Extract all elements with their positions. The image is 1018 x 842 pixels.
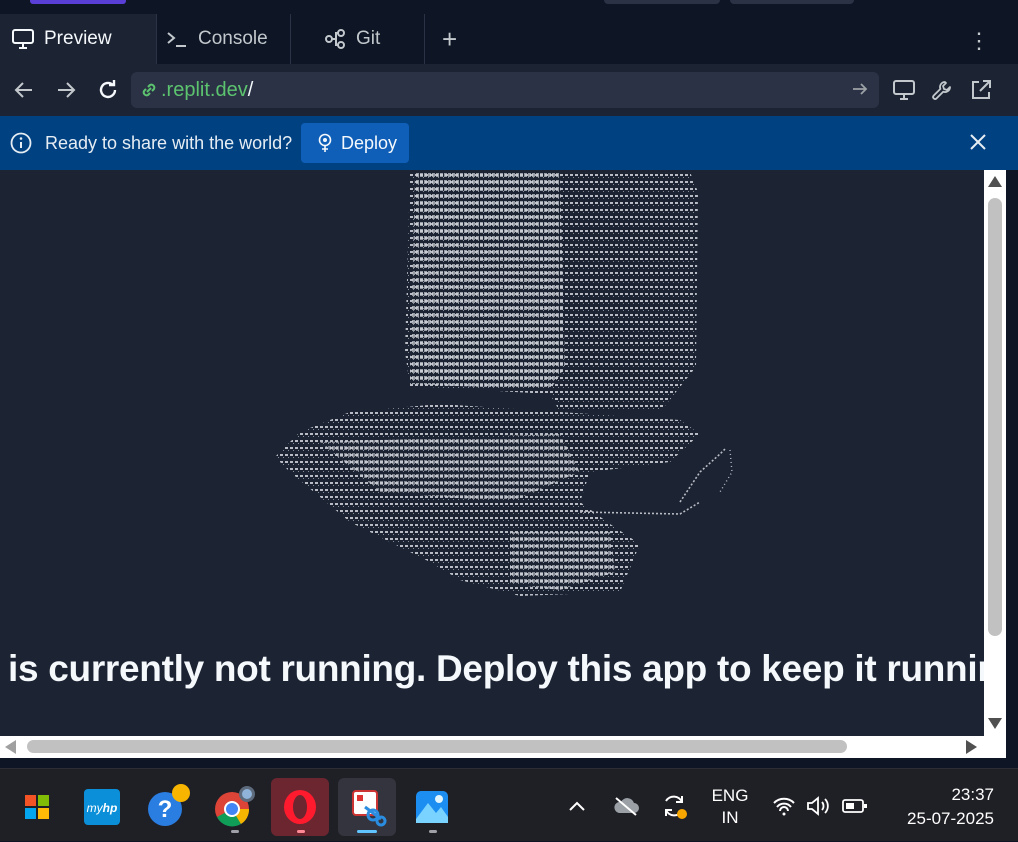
clock-date: 25-07-2025 <box>907 809 994 828</box>
taskbar-app-myhp[interactable]: myhp <box>73 778 131 836</box>
horizontal-scroll-thumb[interactable] <box>27 740 847 753</box>
photos-icon <box>416 791 448 823</box>
preview-url-bar: .replit.dev / <box>0 64 1018 116</box>
app-active-indicator <box>357 830 377 833</box>
top-pill <box>604 0 720 4</box>
url-path: / <box>247 78 254 101</box>
refresh-icon <box>99 80 117 99</box>
taskbar-app-photos[interactable] <box>403 778 461 836</box>
scroll-right-arrow-icon[interactable] <box>966 740 977 754</box>
language-code: ENG <box>711 786 749 805</box>
close-icon <box>970 134 986 150</box>
app-running-indicator <box>429 830 437 833</box>
tab-label: Git <box>356 28 381 49</box>
arrow-left-icon <box>14 82 32 98</box>
arrow-right-icon <box>853 83 868 95</box>
language-indicator[interactable]: ENG IN <box>708 785 752 829</box>
clock[interactable]: 23:37 25-07-2025 <box>890 783 994 831</box>
deploy-banner: Ready to share with the world? Deploy <box>0 116 1018 170</box>
preview-viewport[interactable]: is currently not running. Deploy this ap… <box>0 170 1006 758</box>
monitor-icon <box>12 29 34 49</box>
tab-divider <box>424 14 425 64</box>
quick-settings-button[interactable] <box>772 769 868 842</box>
myhp-icon: myhp <box>84 789 120 825</box>
not-running-notice: is currently not running. Deploy this ap… <box>8 648 1006 689</box>
chrome-icon <box>215 786 255 827</box>
go-button[interactable] <box>851 80 869 104</box>
git-branch-icon <box>325 29 345 49</box>
sync-status[interactable] <box>656 769 692 842</box>
taskbar-app-chrome[interactable] <box>205 778 263 836</box>
tab-console[interactable]: Console <box>156 14 290 64</box>
top-pill <box>730 0 854 4</box>
deploy-button[interactable]: Deploy <box>301 123 409 163</box>
svg-text:?: ? <box>158 796 173 823</box>
add-tab-button[interactable]: + <box>430 14 474 64</box>
deploy-icon <box>318 133 332 152</box>
sync-icon <box>665 795 687 819</box>
link-icon <box>142 83 156 97</box>
snipping-tool-icon <box>352 790 387 827</box>
tab-preview[interactable]: Preview <box>0 14 156 64</box>
taskbar-app-snipping-tool[interactable] <box>338 778 396 836</box>
banner-message: Ready to share with the world? <box>45 133 293 153</box>
taskbar: myhp ? ENG IN 23:37 25-07-2025 <box>0 768 1018 841</box>
terminal-icon <box>167 32 186 47</box>
tab-git[interactable]: Git <box>290 14 424 64</box>
chevron-up-icon <box>569 801 585 811</box>
url-host: .replit.dev <box>161 78 248 101</box>
external-link-icon <box>972 80 991 99</box>
svg-text:myhp: myhp <box>87 801 118 815</box>
active-indicator <box>30 0 126 4</box>
open-new-tab-button[interactable] <box>967 76 995 104</box>
close-banner-button[interactable] <box>968 132 988 157</box>
window-top-strip <box>0 0 1018 14</box>
reload-button[interactable] <box>94 76 122 104</box>
tab-label: Preview <box>44 28 112 49</box>
pane-tab-bar: Preview Console Git + ⋮ <box>0 14 1018 64</box>
plus-icon: + <box>442 23 458 54</box>
opera-icon <box>284 790 316 824</box>
onedrive-status[interactable] <box>608 769 644 842</box>
windows-logo-icon <box>25 795 49 819</box>
more-options-icon[interactable]: ⋮ <box>968 28 990 54</box>
url-field[interactable]: .replit.dev / <box>131 72 879 108</box>
app-running-indicator <box>231 830 239 833</box>
show-hidden-icons-button[interactable] <box>562 769 592 842</box>
scroll-up-arrow-icon[interactable] <box>988 176 1002 187</box>
ascii-art-image <box>275 172 733 596</box>
device-preview-button[interactable] <box>890 76 918 104</box>
devtools-button[interactable] <box>928 76 956 104</box>
deploy-label: Deploy <box>341 132 398 153</box>
taskbar-app-opera[interactable] <box>271 778 329 836</box>
scroll-down-arrow-icon[interactable] <box>988 718 1002 729</box>
back-button[interactable] <box>10 76 38 104</box>
taskbar-app-get-help[interactable]: ? <box>138 778 196 836</box>
start-button[interactable] <box>8 778 66 836</box>
vertical-scroll-thumb[interactable] <box>988 198 1002 636</box>
app-running-indicator <box>297 830 305 833</box>
info-icon <box>10 132 32 154</box>
arrow-right-icon <box>58 82 76 98</box>
speaker-icon <box>807 795 829 816</box>
clock-time: 23:37 <box>951 785 994 804</box>
cloud-offline-icon <box>614 796 639 816</box>
forward-button[interactable] <box>52 76 80 104</box>
monitor-icon <box>893 80 915 100</box>
viewport-edge <box>1006 170 1018 758</box>
battery-icon <box>842 798 867 813</box>
region-code: IN <box>721 808 739 827</box>
scroll-left-arrow-icon[interactable] <box>5 740 16 754</box>
help-icon: ? <box>148 784 190 826</box>
wifi-icon <box>773 797 795 815</box>
wrench-icon <box>932 81 951 100</box>
tab-label: Console <box>198 28 268 49</box>
